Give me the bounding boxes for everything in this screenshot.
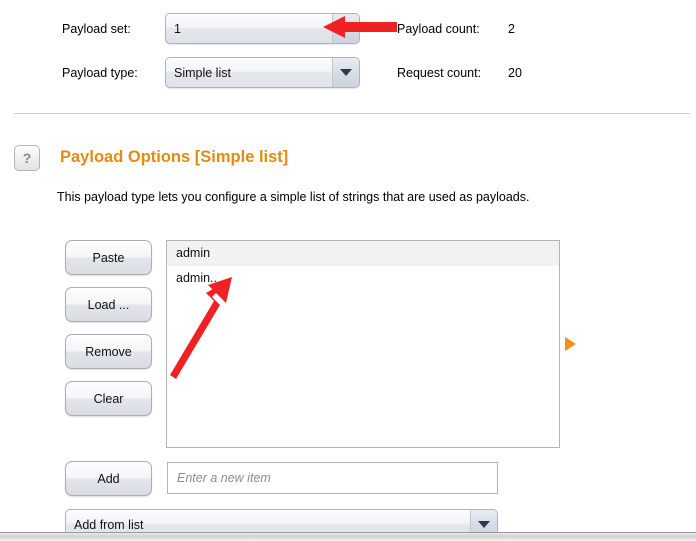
payload-type-value: Simple list (174, 65, 231, 80)
section-divider (14, 113, 690, 114)
new-item-input[interactable]: Enter a new item (167, 462, 498, 494)
chevron-down-icon (340, 69, 352, 76)
payload-list[interactable]: admin admin.. (166, 240, 560, 448)
add-from-list-value: Add from list (74, 517, 144, 532)
chevron-down-icon (478, 521, 490, 528)
new-item-placeholder: Enter a new item (177, 471, 271, 485)
help-icon[interactable]: ? (14, 145, 40, 171)
request-count-value: 20 (508, 66, 522, 80)
add-button[interactable]: Add (65, 461, 152, 496)
payload-set-combo[interactable]: 1 (165, 13, 360, 44)
load-button[interactable]: Load ... (65, 287, 152, 322)
question-mark-glyph: ? (22, 150, 32, 166)
payload-type-dropdown-button[interactable] (332, 58, 359, 87)
payload-list-item-1[interactable]: admin (167, 241, 559, 266)
payload-count-label: Payload count: (397, 22, 480, 36)
section-description: This payload type lets you configure a s… (57, 190, 530, 204)
request-count-label: Request count: (397, 66, 482, 80)
clear-button[interactable]: Clear (65, 381, 152, 416)
remove-button[interactable]: Remove (65, 334, 152, 369)
page-title: Payload Options [Simple list] (60, 148, 289, 166)
payload-type-label: Payload type: (62, 66, 138, 80)
payload-count-value: 2 (508, 22, 515, 36)
triangle-right-icon[interactable] (565, 337, 576, 351)
payload-type-combo[interactable]: Simple list (165, 57, 360, 88)
paste-button[interactable]: Paste (65, 240, 152, 275)
payload-set-label: Payload set: (62, 22, 131, 36)
chevron-down-icon (340, 25, 352, 32)
payload-list-item-2[interactable]: admin.. (167, 266, 559, 291)
payload-set-dropdown-button[interactable] (332, 14, 359, 43)
payload-set-value: 1 (174, 21, 181, 36)
